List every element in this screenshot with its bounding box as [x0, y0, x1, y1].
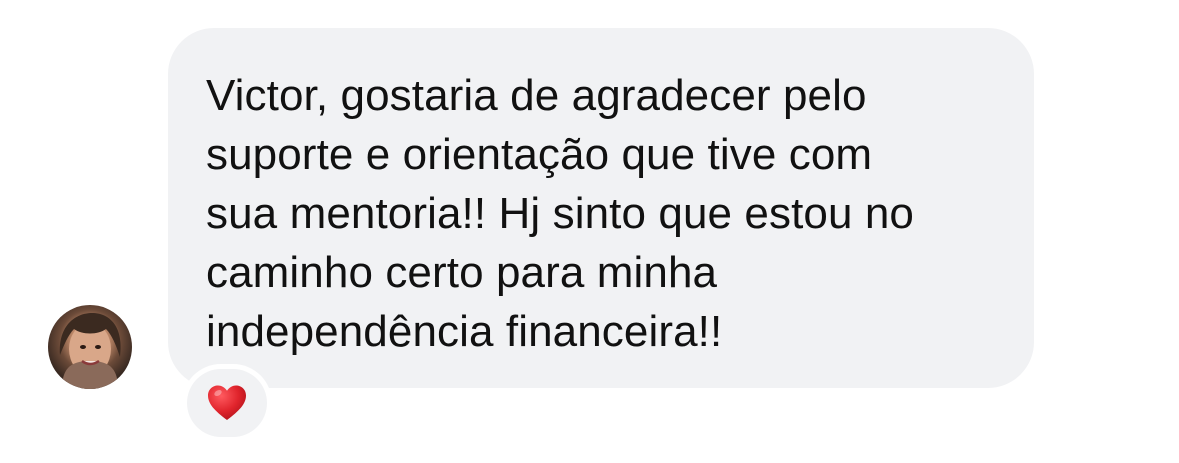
red-heart-icon [208, 385, 246, 420]
message-bubble[interactable]: Victor, gostaria de agradecer pelo supor… [168, 28, 1034, 388]
sender-avatar[interactable] [48, 305, 132, 389]
chat-message-row: Victor, gostaria de agradecer pelo supor… [0, 0, 1179, 463]
avatar-photo [59, 313, 121, 389]
reaction-pill[interactable] [187, 369, 267, 437]
message-reaction[interactable] [182, 364, 272, 442]
message-text: Victor, gostaria de agradecer pelo supor… [206, 71, 915, 356]
